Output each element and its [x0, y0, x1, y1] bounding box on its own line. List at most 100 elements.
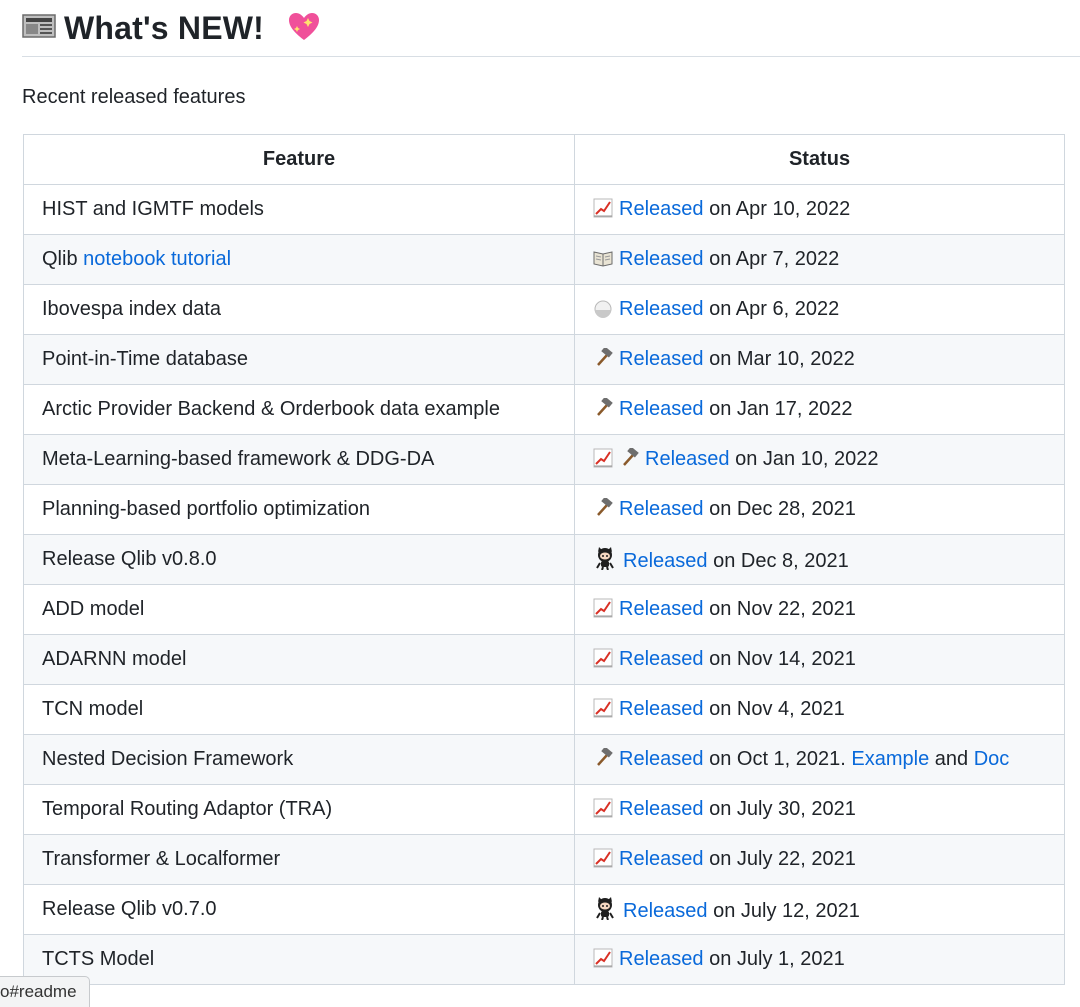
book-icon — [593, 251, 613, 267]
released-link[interactable]: Released — [619, 298, 704, 320]
status-cell: Released on Nov 4, 2021 — [574, 684, 1065, 735]
example-link[interactable]: Example — [851, 748, 929, 770]
hammer-icon — [597, 348, 613, 366]
released-link[interactable]: Released — [619, 598, 704, 620]
status-cell: Released on Apr 10, 2022 — [574, 184, 1065, 235]
feature-link[interactable]: notebook tutorial — [83, 248, 231, 270]
release-date: on Apr 6, 2022 — [709, 298, 840, 320]
released-link[interactable]: Released — [619, 498, 704, 520]
status-cell: Released on Jan 17, 2022 — [574, 384, 1065, 435]
status-cell: Released on July 12, 2021 — [574, 884, 1065, 935]
feature-text: ADARNN model — [42, 648, 187, 670]
feature-cell: Arctic Provider Backend & Orderbook data… — [23, 384, 575, 435]
chart-icon — [593, 448, 613, 468]
status-cell: Released on Dec 8, 2021 — [574, 534, 1065, 585]
feature-cell: ADARNN model — [23, 634, 575, 685]
feature-cell: Planning-based portfolio optimization — [23, 484, 575, 535]
chart-icon — [593, 698, 613, 718]
chart-icon — [593, 948, 613, 968]
statusbar-url: o#readme — [0, 982, 77, 1001]
table-header-row: Feature Status — [23, 134, 1065, 185]
status-cell: Released on Apr 6, 2022 — [574, 284, 1065, 335]
status-cell: Released on Nov 14, 2021 — [574, 634, 1065, 685]
rice-ball-icon — [594, 300, 612, 318]
feature-text: Temporal Routing Adaptor (TRA) — [42, 798, 333, 820]
feature-text: Release Qlib v0.7.0 — [42, 898, 217, 920]
status-cell: Released on Dec 28, 2021 — [574, 484, 1065, 535]
feature-cell: Release Qlib v0.8.0 — [23, 534, 575, 585]
release-date: on July 30, 2021 — [709, 798, 856, 820]
release-date: on Nov 4, 2021 — [709, 698, 845, 720]
table-row: Point-in-Time database Released on Mar 10… — [23, 334, 1065, 385]
table-row: Temporal Routing Adaptor (TRA) Released o… — [23, 784, 1065, 835]
feature-text: Meta-Learning-based framework & DDG-DA — [42, 448, 435, 470]
octocat-icon — [596, 547, 614, 570]
table-row: Release Qlib v0.8.0 Released on Dec 8, 20… — [23, 534, 1065, 585]
feature-text: Arctic Provider Backend & Orderbook data… — [42, 398, 500, 420]
feature-cell: Qlib notebook tutorial — [23, 234, 575, 285]
feature-text: Qlib — [42, 248, 78, 270]
release-date: on July 22, 2021 — [709, 848, 856, 870]
status-cell: Released on Nov 22, 2021 — [574, 584, 1065, 635]
heading-row: What's NEW! — [22, 0, 1080, 57]
features-table: Feature Status HIST and IGMTF models Rele… — [23, 134, 1065, 985]
chart-icon — [593, 598, 613, 618]
feature-column-header: Feature — [23, 134, 575, 185]
released-link[interactable]: Released — [619, 748, 704, 770]
feature-cell: Temporal Routing Adaptor (TRA) — [23, 784, 575, 835]
released-link[interactable]: Released — [619, 348, 704, 370]
feature-text: HIST and IGMTF models — [42, 198, 264, 220]
feature-cell: Meta-Learning-based framework & DDG-DA — [23, 434, 575, 485]
chart-icon — [593, 648, 613, 668]
sparkling-heart-icon — [289, 13, 320, 40]
release-date: on Dec 8, 2021 — [713, 550, 849, 572]
feature-text: ADD model — [42, 598, 145, 620]
hammer-icon — [623, 448, 639, 466]
released-link[interactable]: Released — [645, 448, 730, 470]
feature-text: Release Qlib v0.8.0 — [42, 548, 217, 570]
feature-cell: Ibovespa index data — [23, 284, 575, 335]
hammer-icon — [597, 748, 613, 766]
doc-link[interactable]: Doc — [974, 748, 1010, 770]
released-link[interactable]: Released — [623, 550, 708, 572]
released-link[interactable]: Released — [619, 198, 704, 220]
release-date: on Mar 10, 2022 — [709, 348, 855, 370]
table-row: TCTS Model Released on July 1, 2021 — [23, 934, 1065, 985]
feature-text: TCTS Model — [42, 948, 155, 970]
released-link[interactable]: Released — [619, 848, 704, 870]
released-link[interactable]: Released — [619, 698, 704, 720]
table-row: Release Qlib v0.7.0 Released on July 12, … — [23, 884, 1065, 935]
table-row: Qlib notebook tutorial Released on Apr 7,… — [23, 234, 1065, 285]
page-title: What's NEW! — [64, 9, 265, 46]
feature-text: Planning-based portfolio optimization — [42, 498, 370, 520]
release-date: on Oct 1, 2021. — [709, 748, 846, 770]
released-link[interactable]: Released — [619, 398, 704, 420]
feature-cell: Point-in-Time database — [23, 334, 575, 385]
release-date: on Nov 14, 2021 — [709, 648, 856, 670]
status-cell: Released on July 30, 2021 — [574, 784, 1065, 835]
newspaper-icon — [22, 14, 56, 38]
octocat-icon — [596, 897, 614, 920]
released-link[interactable]: Released — [623, 900, 708, 922]
feature-cell: TCN model — [23, 684, 575, 735]
intro-text: Recent released features — [22, 86, 246, 108]
status-cell: Released on Mar 10, 2022 — [574, 334, 1065, 385]
released-link[interactable]: Released — [619, 798, 704, 820]
release-date: on Apr 10, 2022 — [709, 198, 851, 220]
released-link[interactable]: Released — [619, 248, 704, 270]
status-cell: Released on July 1, 2021 — [574, 934, 1065, 985]
table-row: HIST and IGMTF models Released on Apr 10,… — [23, 184, 1065, 235]
release-date: on Apr 7, 2022 — [709, 248, 840, 270]
status-cell: Released on Apr 7, 2022 — [574, 234, 1065, 285]
table-row: ADD model Released on Nov 22, 2021 — [23, 584, 1065, 635]
table-row: Ibovespa index data Released on Apr 6, 20… — [23, 284, 1065, 335]
link-url-statusbar: o#readme — [0, 976, 90, 1007]
released-link[interactable]: Released — [619, 948, 704, 970]
release-date: on July 12, 2021 — [713, 900, 860, 922]
table-row: TCN model Released on Nov 4, 2021 — [23, 684, 1065, 735]
feature-cell: TCTS Model — [23, 934, 575, 985]
feature-text: Transformer & Localformer — [42, 848, 281, 870]
released-link[interactable]: Released — [619, 648, 704, 670]
feature-text: Nested Decision Framework — [42, 748, 294, 770]
hammer-icon — [597, 398, 613, 416]
